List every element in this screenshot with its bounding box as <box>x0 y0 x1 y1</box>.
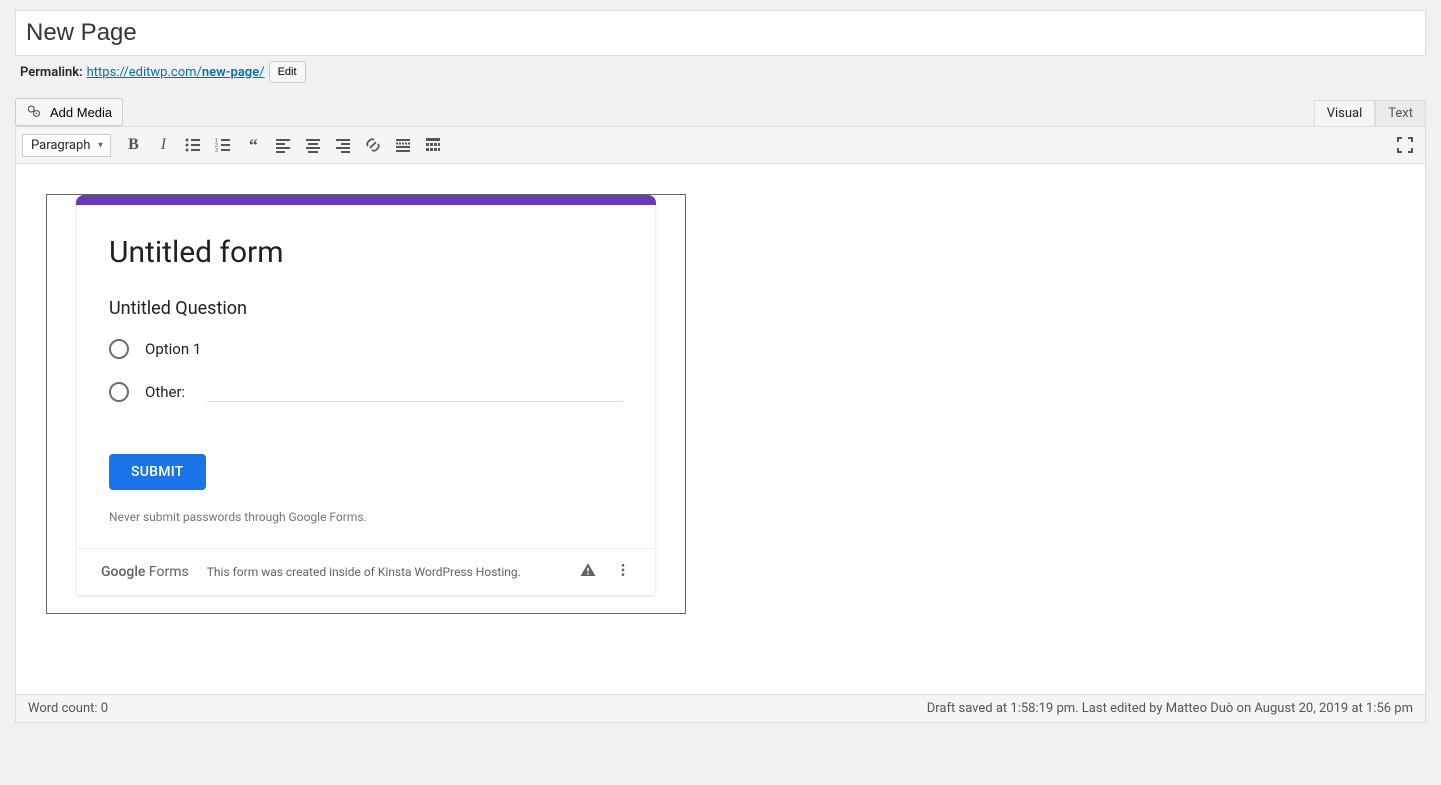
numbered-list-button[interactable]: 123 <box>209 131 237 159</box>
edit-permalink-button[interactable]: Edit <box>269 61 306 83</box>
word-count: Word count: 0 <box>28 701 108 716</box>
italic-button[interactable]: I <box>149 131 177 159</box>
option-label: Option 1 <box>145 340 201 358</box>
option-row-other[interactable]: Other: <box>109 381 623 402</box>
form-card: Untitled form Untitled Question Option 1… <box>77 195 655 595</box>
form-footer: Google Forms This form was created insid… <box>77 548 655 595</box>
permalink-row: Permalink: https://editwp.com/new-page/ … <box>20 61 1426 83</box>
link-button[interactable] <box>359 131 387 159</box>
draft-status: Draft saved at 1:58:19 pm. Last edited b… <box>927 701 1413 716</box>
embedded-form-frame: Untitled form Untitled Question Option 1… <box>46 194 686 614</box>
question-title: Untitled Question <box>109 298 623 319</box>
media-icon <box>26 103 44 121</box>
editor-content-area[interactable]: Untitled form Untitled Question Option 1… <box>16 164 1425 694</box>
permalink-link[interactable]: https://editwp.com/new-page/ <box>87 65 265 80</box>
format-dropdown[interactable]: Paragraph <box>22 134 111 157</box>
permalink-label: Permalink: <box>20 65 83 80</box>
fullscreen-button[interactable] <box>1391 131 1419 159</box>
form-title: Untitled form <box>109 235 623 270</box>
title-container <box>15 10 1426 56</box>
page-title-input[interactable] <box>26 14 1415 52</box>
form-accent-bar <box>76 195 656 205</box>
toolbar-toggle-button[interactable] <box>419 131 447 159</box>
tab-visual[interactable]: Visual <box>1314 100 1376 126</box>
align-left-button[interactable] <box>269 131 297 159</box>
align-center-button[interactable] <box>299 131 327 159</box>
radio-icon[interactable] <box>109 339 129 359</box>
editor-tabs: Visual Text <box>1314 100 1426 126</box>
bullet-list-button[interactable] <box>179 131 207 159</box>
form-warning-text: Never submit passwords through Google Fo… <box>109 510 623 524</box>
submit-button[interactable]: SUBMIT <box>109 454 206 490</box>
other-input[interactable] <box>207 381 623 402</box>
align-right-button[interactable] <box>329 131 357 159</box>
footer-text: This form was created inside of Kinsta W… <box>207 565 561 579</box>
editor-wrap: Paragraph B I 123 “ Untitled form Untitl <box>15 126 1426 723</box>
google-forms-logo[interactable]: Google Forms <box>101 564 189 580</box>
add-media-label: Add Media <box>50 105 112 120</box>
tab-text[interactable]: Text <box>1375 100 1426 126</box>
radio-icon[interactable] <box>109 382 129 402</box>
report-abuse-icon[interactable] <box>579 561 597 583</box>
option-row-1[interactable]: Option 1 <box>109 339 623 359</box>
status-bar: Word count: 0 Draft saved at 1:58:19 pm.… <box>16 694 1425 722</box>
bold-button[interactable]: B <box>119 131 147 159</box>
more-options-icon[interactable] <box>615 561 631 583</box>
add-media-button[interactable]: Add Media <box>15 98 123 126</box>
svg-text:3: 3 <box>215 148 218 154</box>
readmore-button[interactable] <box>389 131 417 159</box>
blockquote-button[interactable]: “ <box>239 131 267 159</box>
other-label: Other: <box>145 383 185 401</box>
editor-toolbar: Paragraph B I 123 “ <box>16 127 1425 164</box>
